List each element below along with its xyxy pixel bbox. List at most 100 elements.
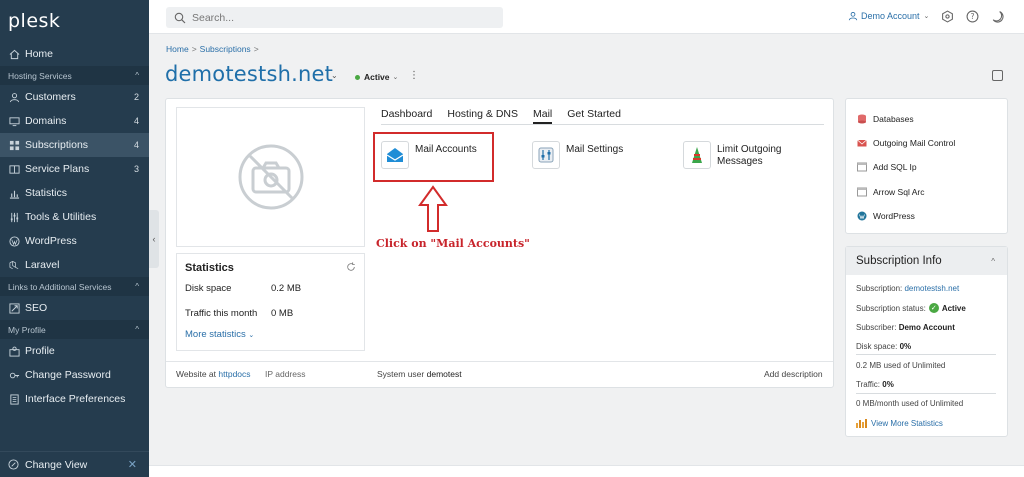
account-menu[interactable]: Demo Account ⌄ — [848, 11, 929, 21]
sidebar-item-laravel[interactable]: Laravel — [0, 253, 149, 277]
more-actions-icon[interactable]: ⋮ — [409, 70, 419, 81]
website-prefix: Website at — [176, 369, 217, 379]
group-hosting-services[interactable]: Hosting Services ^ — [0, 66, 149, 85]
top-bar: Demo Account ⌄ ? — [149, 0, 1024, 34]
link-outgoing-mail-control[interactable]: Outgoing Mail Control — [857, 138, 955, 148]
plesk-logo[interactable]: plesk — [0, 0, 149, 42]
sidebar-item-label: Subscriptions — [25, 139, 89, 151]
mail-settings-tool[interactable]: Mail Settings — [532, 141, 623, 169]
close-icon[interactable]: ✕ — [128, 458, 137, 471]
info-traffic-used: 0 MB/month used of Unlimited — [856, 399, 964, 408]
chevron-up-icon: ^ — [135, 71, 139, 80]
puzzle-icon[interactable] — [941, 10, 954, 23]
traffic-row: Traffic this month 0 MB — [185, 308, 356, 319]
sidebar-item-wordpress[interactable]: WordPress — [0, 229, 149, 253]
tab-mail[interactable]: Mail — [532, 108, 553, 124]
sidebar-item-label: Change Password — [25, 369, 111, 381]
monitor-icon — [8, 115, 20, 127]
add-description-link[interactable]: Add description — [764, 369, 823, 379]
group-my-profile[interactable]: My Profile ^ — [0, 320, 149, 339]
sidebar-item-seo[interactable]: SEO — [0, 296, 149, 320]
profile-icon — [8, 345, 20, 357]
traffic-usage-bar — [856, 393, 996, 394]
httpdocs-link[interactable]: httpdocs — [218, 369, 250, 379]
bar-chart-icon — [8, 187, 20, 199]
breadcrumb-home[interactable]: Home — [166, 44, 189, 54]
breadcrumb-subscriptions[interactable]: Subscriptions — [200, 44, 251, 54]
change-view-button[interactable]: Change View ✕ — [0, 451, 149, 477]
group-label: Hosting Services — [8, 70, 72, 81]
disk-space-value: 0.2 MB — [271, 283, 302, 294]
website-info: Website at httpdocs — [176, 369, 251, 379]
traffic-label: Traffic this month — [185, 308, 258, 319]
refresh-icon[interactable] — [346, 262, 356, 275]
eye-icon — [8, 458, 20, 471]
breadcrumb: Home > Subscriptions > — [166, 44, 262, 54]
sidebar-item-domains[interactable]: Domains 4 — [0, 109, 149, 133]
sidebar-item-profile[interactable]: Profile — [0, 339, 149, 363]
more-statistics-link[interactable]: More statistics ⌄ — [185, 329, 356, 340]
card-footer-divider — [166, 361, 833, 362]
limit-outgoing-icon — [683, 141, 711, 169]
up-arrow-annotation — [418, 185, 448, 232]
sidebar-item-interface-preferences[interactable]: Interface Preferences — [0, 387, 149, 411]
link-arrow-sql-arc[interactable]: Arrow Sql Arc — [857, 187, 925, 197]
databases-label: Databases — [873, 114, 914, 124]
search-icon — [174, 12, 186, 23]
sidebar-item-label: Tools & Utilities — [25, 211, 97, 223]
home-icon — [8, 48, 20, 60]
sidebar-item-home[interactable]: Home — [0, 42, 149, 66]
sidebar-item-statistics[interactable]: Statistics — [0, 181, 149, 205]
sidebar-item-label: Interface Preferences — [25, 393, 126, 405]
panel-toggle-icon[interactable] — [992, 70, 1003, 81]
info-status: Subscription status: ✓ Active — [856, 303, 966, 313]
no-camera-icon — [238, 144, 303, 210]
tab-bar: Dashboard Hosting & DNS Mail Get Started — [381, 108, 824, 125]
info-subscriber-value: Demo Account — [898, 323, 955, 332]
status-dropdown[interactable]: Active ⌄ — [355, 72, 398, 82]
tab-dashboard[interactable]: Dashboard — [381, 108, 432, 124]
info-status-label: Subscription status: — [856, 303, 926, 313]
site-preview — [176, 107, 365, 247]
statistics-box: Statistics Disk space 0.2 MB Traffic this… — [176, 253, 365, 351]
page-title: demotestsh.net — [165, 62, 334, 86]
link-databases[interactable]: Databases — [857, 114, 914, 124]
book-icon — [8, 163, 20, 175]
info-traffic: Traffic: 0% — [856, 380, 894, 389]
group-links-additional-services[interactable]: Links to Additional Services ^ — [0, 277, 149, 296]
account-name: Demo Account — [861, 11, 920, 21]
view-more-statistics-link[interactable]: View More Statistics — [856, 418, 943, 428]
window-icon — [857, 187, 867, 197]
outgoing-mail-control-label: Outgoing Mail Control — [873, 138, 956, 148]
search-box[interactable] — [166, 7, 503, 28]
chevron-up-icon: ^ — [135, 325, 139, 334]
sidebar-item-change-password[interactable]: Change Password — [0, 363, 149, 387]
wordpress-label: WordPress — [873, 211, 915, 221]
tab-get-started[interactable]: Get Started — [567, 108, 621, 124]
help-icon[interactable]: ? — [966, 10, 979, 23]
info-disk-value: 0% — [899, 342, 912, 351]
sidebar-item-subscriptions[interactable]: Subscriptions 4 — [0, 133, 149, 157]
chevron-down-icon[interactable]: ⌄ — [331, 71, 338, 80]
sidebar-item-tools-utilities[interactable]: Tools & Utilities — [0, 205, 149, 229]
add-sql-ip-label: Add SQL Ip — [873, 162, 917, 172]
info-subscription: Subscription: demotestsh.net — [856, 284, 959, 293]
link-add-sql-ip[interactable]: Add SQL Ip — [857, 162, 917, 172]
subscription-info-header[interactable]: Subscription Info ^ — [846, 247, 1007, 275]
chevron-down-icon: ⌄ — [248, 332, 255, 339]
sidebar-item-label: Profile — [25, 345, 55, 357]
search-input[interactable] — [192, 11, 492, 24]
bar-chart-icon — [856, 419, 867, 428]
sidebar-item-customers[interactable]: Customers 2 — [0, 85, 149, 109]
system-user-value: demotest — [426, 369, 462, 379]
tab-hosting-dns[interactable]: Hosting & DNS — [447, 108, 518, 124]
sidebar-item-service-plans[interactable]: Service Plans 3 — [0, 157, 149, 181]
svg-text:?: ? — [970, 12, 974, 21]
moon-icon[interactable] — [991, 10, 1004, 23]
sidebar-collapse-toggle[interactable]: ‹ — [149, 210, 159, 268]
user-icon — [848, 12, 858, 21]
info-subscription-link[interactable]: demotestsh.net — [904, 284, 959, 293]
link-wordpress[interactable]: WordPress — [857, 211, 915, 221]
limit-outgoing-messages-tool[interactable]: Limit Outgoing Messages — [683, 141, 781, 169]
database-icon — [857, 114, 867, 124]
